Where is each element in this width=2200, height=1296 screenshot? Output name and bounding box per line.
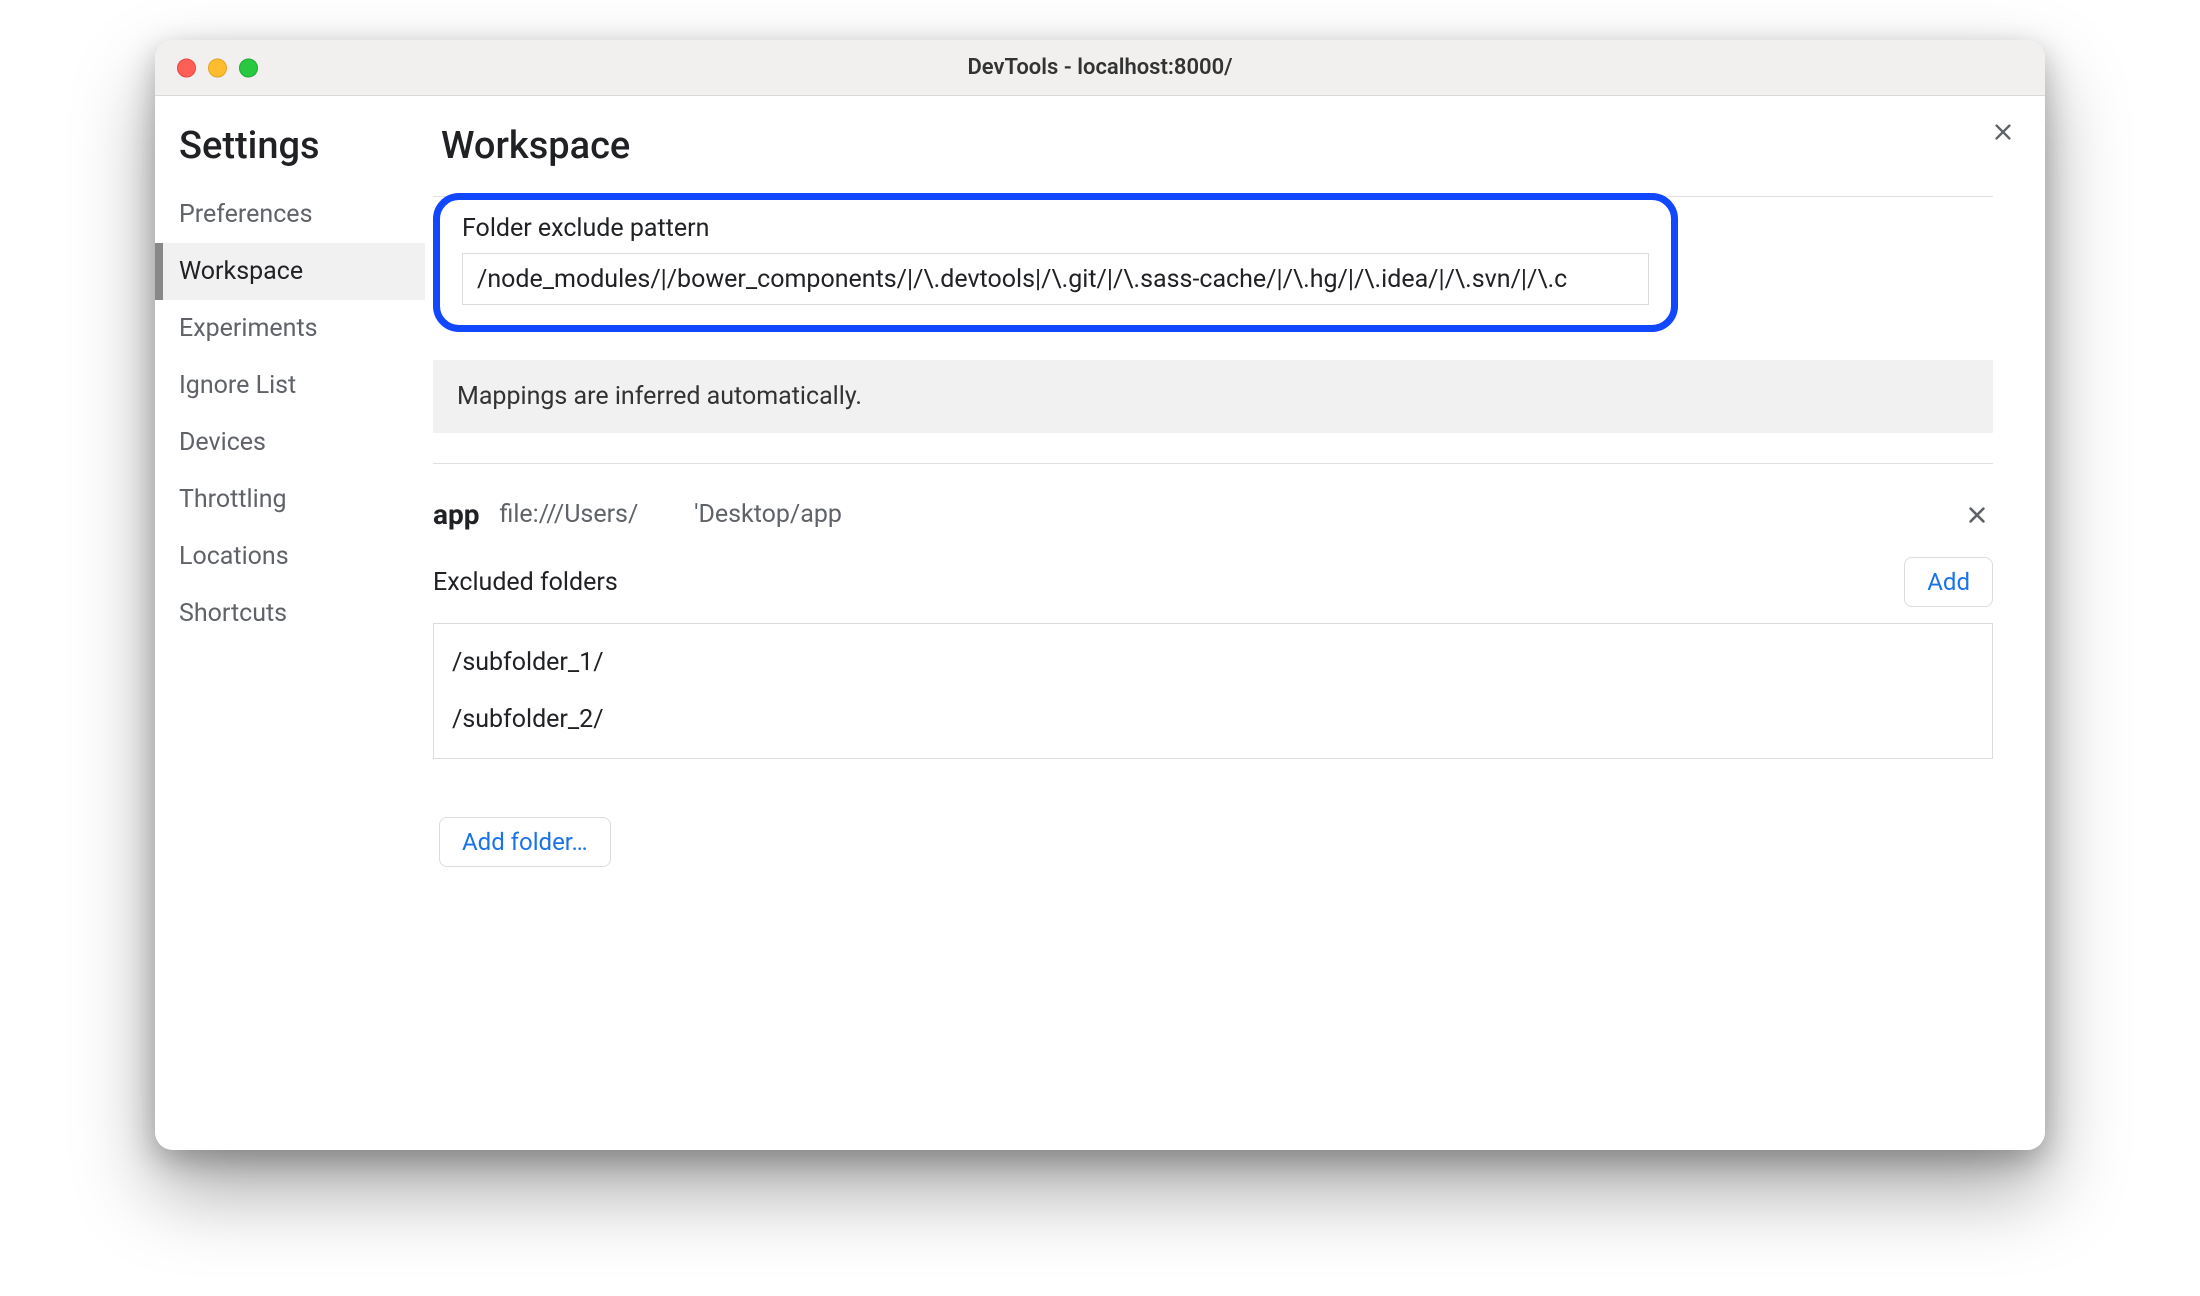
sidebar-item-label: Experiments xyxy=(179,314,318,343)
sidebar-item-label: Ignore List xyxy=(179,371,296,400)
page-title: Workspace xyxy=(433,124,1993,168)
sidebar-item-throttling[interactable]: Throttling xyxy=(155,471,425,528)
workspace-folder-path: file:///Users/ 'Desktop/app xyxy=(499,500,841,529)
window-close-dot[interactable] xyxy=(177,58,196,77)
titlebar: DevTools - localhost:8000/ xyxy=(155,40,2045,96)
sidebar-item-shortcuts[interactable]: Shortcuts xyxy=(155,585,425,642)
sidebar-item-label: Shortcuts xyxy=(179,599,287,628)
sidebar-item-locations[interactable]: Locations xyxy=(155,528,425,585)
sidebar-item-label: Locations xyxy=(179,542,289,571)
add-excluded-button[interactable]: Add xyxy=(1904,557,1993,607)
devtools-settings-window: DevTools - localhost:8000/ Settings Pref… xyxy=(155,40,2045,1150)
sidebar-item-label: Throttling xyxy=(179,485,287,514)
settings-body: Settings Preferences Workspace Experimen… xyxy=(155,96,2045,1150)
excluded-folders-title: Excluded folders xyxy=(433,568,618,597)
sidebar-item-ignore-list[interactable]: Ignore List xyxy=(155,357,425,414)
window-title: DevTools - localhost:8000/ xyxy=(967,55,1232,80)
add-folder-button[interactable]: Add folder… xyxy=(439,817,611,867)
folder-exclude-pattern-section: Folder exclude pattern xyxy=(433,193,1678,332)
excluded-folder-item[interactable]: /subfolder_2/ xyxy=(434,691,1992,748)
folder-exclude-pattern-input[interactable] xyxy=(462,253,1649,305)
close-icon[interactable] xyxy=(1985,114,2021,150)
excluded-folders-list: /subfolder_1/ /subfolder_2/ xyxy=(433,623,1993,759)
sidebar-item-label: Preferences xyxy=(179,200,312,229)
sidebar-item-label: Devices xyxy=(179,428,266,457)
settings-main: Workspace Folder exclude pattern Mapping… xyxy=(425,96,2045,1150)
sidebar-item-workspace[interactable]: Workspace xyxy=(155,243,425,300)
sidebar-item-label: Workspace xyxy=(179,257,303,286)
sidebar-item-experiments[interactable]: Experiments xyxy=(155,300,425,357)
excluded-folder-item[interactable]: /subfolder_1/ xyxy=(434,634,1992,691)
sidebar-item-devices[interactable]: Devices xyxy=(155,414,425,471)
settings-sidebar: Settings Preferences Workspace Experimen… xyxy=(155,96,425,1150)
sidebar-title: Settings xyxy=(155,124,425,186)
sidebar-item-preferences[interactable]: Preferences xyxy=(155,186,425,243)
window-controls xyxy=(177,58,258,77)
folder-exclude-pattern-label: Folder exclude pattern xyxy=(462,214,1649,243)
mappings-info: Mappings are inferred automatically. xyxy=(433,360,1993,433)
divider xyxy=(433,463,1993,464)
remove-folder-icon[interactable] xyxy=(1961,499,1993,531)
window-zoom-dot[interactable] xyxy=(239,58,258,77)
workspace-folder-name: app xyxy=(433,498,479,531)
excluded-folders-header: Excluded folders Add xyxy=(433,557,1993,607)
window-minimize-dot[interactable] xyxy=(208,58,227,77)
workspace-folder-row: app file:///Users/ 'Desktop/app xyxy=(433,498,1993,531)
